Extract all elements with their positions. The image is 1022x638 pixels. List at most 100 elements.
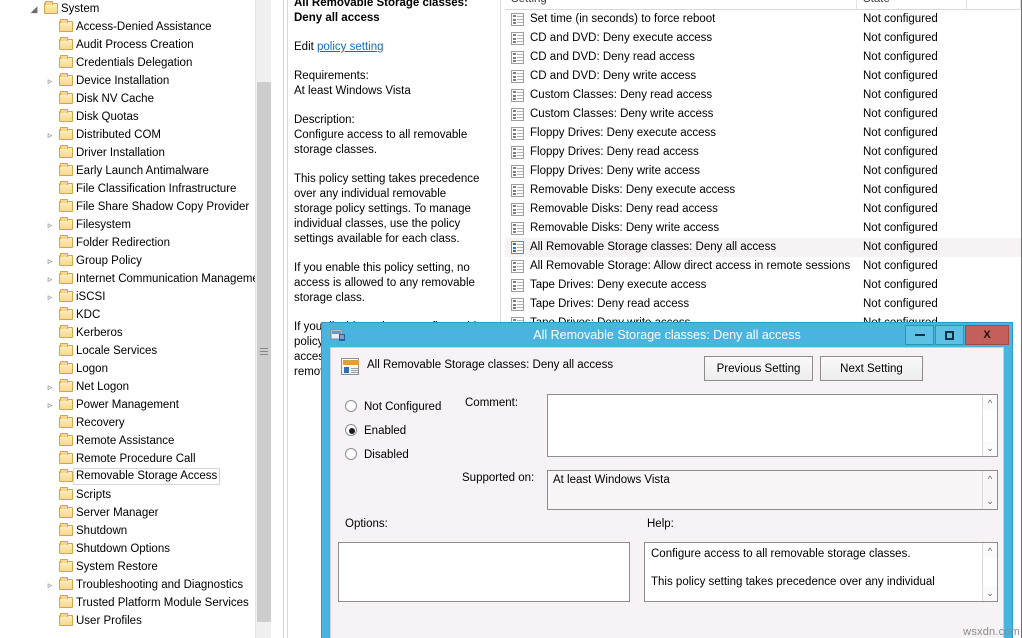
pane-splitter-left[interactable]: [283, 0, 288, 638]
twisty-placeholder: [42, 198, 58, 216]
tree-item[interactable]: ▹Power Management: [0, 396, 271, 414]
radio-not-configured[interactable]: Not Configured: [345, 400, 441, 413]
table-row[interactable]: All Removable Storage: Allow direct acce…: [505, 257, 1022, 276]
supported-on-scrollbar[interactable]: ^ ⌄: [982, 471, 997, 509]
tree-item[interactable]: Shutdown: [0, 522, 271, 540]
table-row[interactable]: Removable Disks: Deny execute accessNot …: [505, 181, 1022, 200]
policy-setting-icon: [341, 358, 359, 375]
edit-policy-setting-link[interactable]: policy setting: [317, 41, 383, 53]
column-header-state[interactable]: State: [857, 0, 967, 10]
table-row[interactable]: Removable Disks: Deny write accessNot co…: [505, 219, 1022, 238]
tree-item[interactable]: Access-Denied Assistance: [0, 18, 271, 36]
table-row[interactable]: Tape Drives: Deny read accessNot configu…: [505, 295, 1022, 314]
table-row[interactable]: Custom Classes: Deny read accessNot conf…: [505, 86, 1022, 105]
tree-item[interactable]: Early Launch Antimalware: [0, 162, 271, 180]
tree-item[interactable]: Recovery: [0, 414, 271, 432]
tree-item[interactable]: Removable Storage Access: [0, 468, 271, 486]
table-row[interactable]: Floppy Drives: Deny write accessNot conf…: [505, 162, 1022, 181]
table-row[interactable]: Custom Classes: Deny write accessNot con…: [505, 105, 1022, 124]
chevron-right-icon[interactable]: ▹: [42, 252, 58, 270]
edit-prefix-label: Edit: [294, 41, 317, 53]
tree-item[interactable]: Locale Services: [0, 342, 271, 360]
chevron-right-icon[interactable]: ▹: [42, 378, 58, 396]
minimize-button[interactable]: [905, 325, 934, 345]
supported-scroll-up-icon[interactable]: ^: [983, 471, 997, 486]
table-row[interactable]: CD and DVD: Deny read accessNot configur…: [505, 48, 1022, 67]
chevron-right-icon[interactable]: ▹: [42, 72, 58, 90]
radio-disabled[interactable]: Disabled: [345, 448, 409, 461]
tree-scrollbar-thumb[interactable]: [257, 82, 271, 622]
tree-item[interactable]: Driver Installation: [0, 144, 271, 162]
help-panel[interactable]: Configure access to all removable storag…: [644, 542, 998, 602]
tree-item[interactable]: ▹Net Logon: [0, 378, 271, 396]
tree-item[interactable]: Credentials Delegation: [0, 54, 271, 72]
help-scroll-down-icon[interactable]: ⌄: [983, 586, 997, 601]
table-row[interactable]: Tape Drives: Deny execute accessNot conf…: [505, 276, 1022, 295]
radio-enabled[interactable]: Enabled: [345, 424, 406, 437]
options-panel[interactable]: [338, 542, 630, 602]
chevron-right-icon[interactable]: ▹: [42, 270, 58, 288]
table-row[interactable]: CD and DVD: Deny write accessNot configu…: [505, 67, 1022, 86]
column-header-setting[interactable]: Setting: [505, 0, 857, 10]
table-row[interactable]: Floppy Drives: Deny read accessNot confi…: [505, 143, 1022, 162]
tree-item[interactable]: Scripts: [0, 486, 271, 504]
table-row[interactable]: Removable Disks: Deny read accessNot con…: [505, 200, 1022, 219]
tree-item[interactable]: KDC: [0, 306, 271, 324]
chevron-right-icon[interactable]: ▹: [42, 396, 58, 414]
tree-item[interactable]: System Restore: [0, 558, 271, 576]
dialog-title-bar[interactable]: All Removable Storage classes: Deny all …: [322, 323, 1012, 347]
table-row[interactable]: All Removable Storage classes: Deny all …: [505, 238, 1022, 257]
table-row[interactable]: CD and DVD: Deny execute accessNot confi…: [505, 29, 1022, 48]
tree-item[interactable]: Remote Assistance: [0, 432, 271, 450]
tree-item[interactable]: ▹Distributed COM: [0, 126, 271, 144]
tree-item[interactable]: File Classification Infrastructure: [0, 180, 271, 198]
tree-item[interactable]: ▹Group Policy: [0, 252, 271, 270]
tree-item[interactable]: ▹Device Installation: [0, 72, 271, 90]
close-button[interactable]: X: [965, 325, 1009, 345]
next-setting-button[interactable]: Next Setting: [820, 356, 923, 381]
tree-item[interactable]: Shutdown Options: [0, 540, 271, 558]
tree-item[interactable]: Disk Quotas: [0, 108, 271, 126]
table-row[interactable]: Floppy Drives: Deny execute accessNot co…: [505, 124, 1022, 143]
supported-scroll-down-icon[interactable]: ⌄: [983, 494, 997, 509]
twisty-placeholder: [42, 558, 58, 576]
tree-item[interactable]: ▹iSCSI: [0, 288, 271, 306]
chevron-right-icon[interactable]: ▹: [42, 288, 58, 306]
chevron-right-icon[interactable]: ▹: [42, 216, 58, 234]
chevron-down-icon[interactable]: ◢: [26, 0, 42, 18]
supported-on-textarea[interactable]: At least Windows Vista ^ ⌄: [547, 470, 998, 510]
tree-item[interactable]: ▹Filesystem: [0, 216, 271, 234]
tree-item[interactable]: ▹Internet Communication Manageme: [0, 270, 271, 288]
tree-item[interactable]: Folder Redirection: [0, 234, 271, 252]
table-row[interactable]: Set time (in seconds) to force rebootNot…: [505, 10, 1022, 29]
tree-item[interactable]: Remote Procedure Call: [0, 450, 271, 468]
tree-item[interactable]: File Share Shadow Copy Provider: [0, 198, 271, 216]
policy-tree[interactable]: ◢SystemAccess-Denied AssistanceAudit Pro…: [0, 0, 271, 630]
row-setting-name: Removable Disks: Deny write access: [530, 219, 719, 238]
tree-item[interactable]: Kerberos: [0, 324, 271, 342]
policy-settings-list[interactable]: Set time (in seconds) to force rebootNot…: [505, 10, 1022, 333]
tree-item[interactable]: Server Manager: [0, 504, 271, 522]
tree-item[interactable]: User Profiles: [0, 612, 271, 630]
maximize-button[interactable]: [935, 325, 964, 345]
previous-setting-button[interactable]: Previous Setting: [704, 356, 813, 381]
scroll-up-icon[interactable]: ^: [983, 395, 997, 410]
comment-scrollbar[interactable]: ^ ⌄: [982, 395, 997, 456]
help-scrollbar[interactable]: ^ ⌄: [982, 543, 997, 601]
policy-setting-icon: [511, 108, 524, 121]
column-header-extra[interactable]: [967, 0, 1021, 10]
row-setting-name: Tape Drives: Deny read access: [530, 295, 689, 314]
tree-item[interactable]: Audit Process Creation: [0, 36, 271, 54]
comment-textarea[interactable]: ^ ⌄: [547, 394, 998, 457]
tree-item-root[interactable]: ◢System: [0, 0, 271, 18]
tree-scrollbar[interactable]: [255, 0, 271, 638]
tree-scroll-up-button[interactable]: [256, 0, 271, 16]
chevron-right-icon[interactable]: ▹: [42, 126, 58, 144]
tree-item[interactable]: ▹Troubleshooting and Diagnostics: [0, 576, 271, 594]
tree-item[interactable]: Trusted Platform Module Services: [0, 594, 271, 612]
chevron-right-icon[interactable]: ▹: [42, 576, 58, 594]
tree-item[interactable]: Logon: [0, 360, 271, 378]
scroll-down-icon[interactable]: ⌄: [983, 441, 997, 456]
help-scroll-up-icon[interactable]: ^: [983, 543, 997, 558]
tree-item[interactable]: Disk NV Cache: [0, 90, 271, 108]
